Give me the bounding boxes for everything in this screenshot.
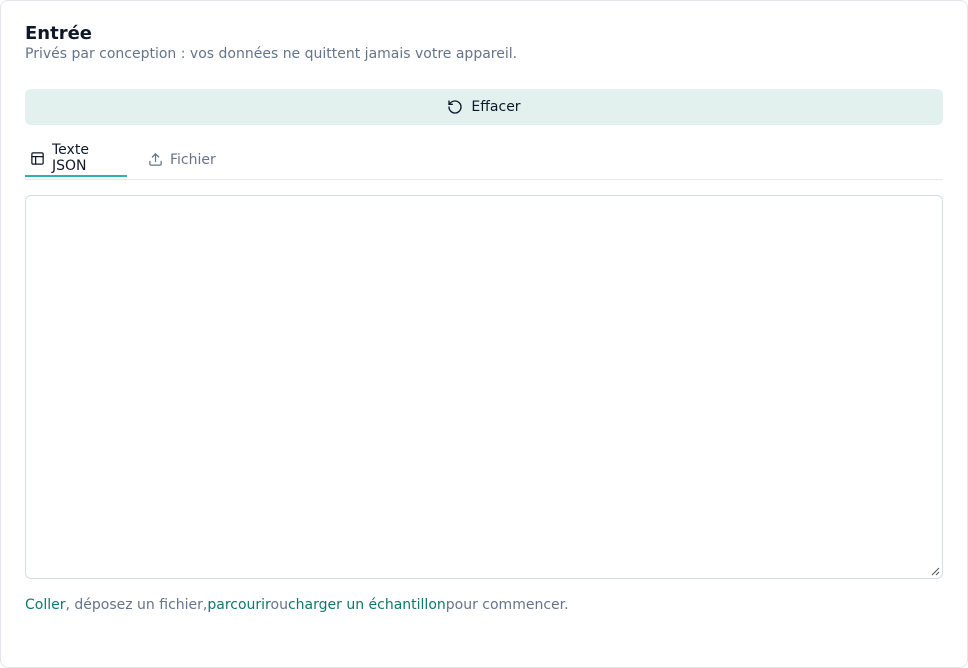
clear-button[interactable]: Effacer [25,89,943,125]
tab-file-label: Fichier [170,151,216,168]
getting-started-hint: Coller, déposez un fichier,parcourirouch… [25,597,569,613]
section-title: Entrée [25,23,93,44]
table-icon [30,151,45,166]
upload-icon [148,152,163,167]
resize-handle-icon[interactable] [931,567,940,576]
json-text-area[interactable] [25,195,943,579]
tab-file[interactable]: Fichier [148,141,216,178]
tab-json-text-label: Texte JSON [52,142,89,174]
hint-text-3: pour commencer. [445,597,569,613]
rotate-ccw-icon [447,99,463,115]
hint-text-2: ou [270,597,288,613]
input-card: Entrée Privés par conception : vos donné… [0,0,968,668]
load-sample-link[interactable]: charger un échantillon [288,597,446,613]
browse-link[interactable]: parcourir [207,597,270,613]
hint-text-1: , déposez un fichier, [65,597,208,613]
input-tabs: Texte JSON Fichier [25,141,943,180]
section-subtitle: Privés par conception : vos données ne q… [25,46,518,62]
clear-button-label: Effacer [471,99,521,115]
tab-json-text[interactable]: Texte JSON [25,141,127,177]
paste-link[interactable]: Coller [25,597,66,613]
